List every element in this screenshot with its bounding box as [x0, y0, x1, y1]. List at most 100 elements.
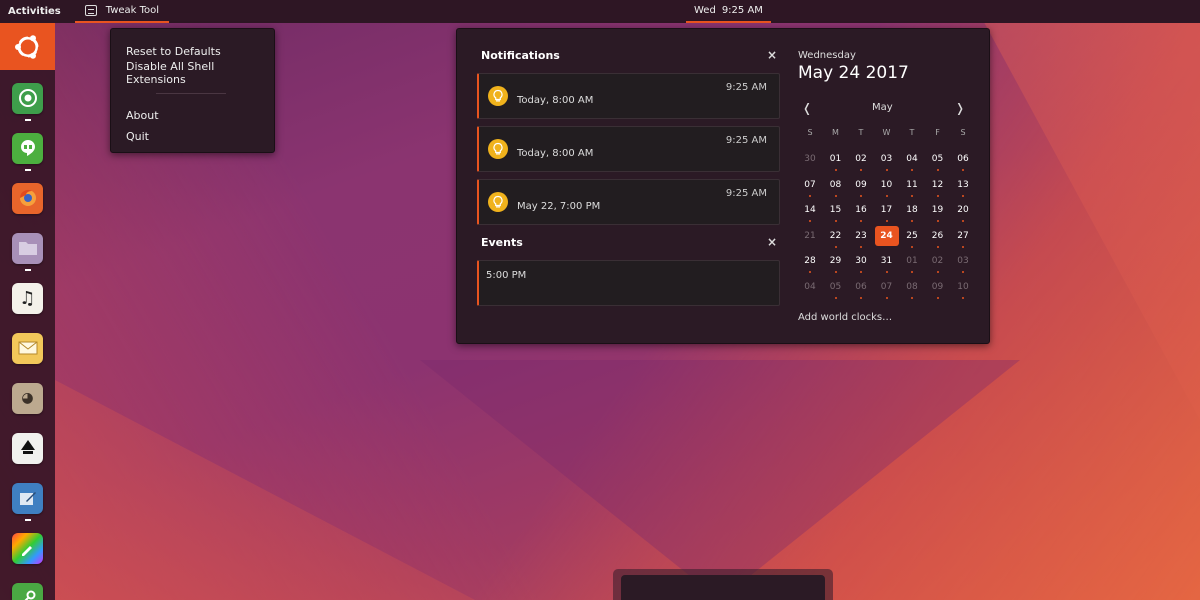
calendar-day[interactable]: 16	[849, 200, 873, 223]
event-dot	[962, 169, 964, 171]
calendar-day[interactable]: 29	[824, 251, 848, 274]
calendar-day[interactable]: 30	[798, 149, 822, 169]
launcher-item-mail[interactable]	[0, 323, 55, 373]
notification-item[interactable]: 9:25 AM Today, 8:00 AM	[477, 126, 780, 172]
clock-button[interactable]: Wed 9:25 AM	[686, 0, 771, 23]
calendar-day[interactable]: 19	[926, 200, 950, 223]
notification-time: 9:25 AM	[725, 82, 767, 93]
calendar-day[interactable]: 14	[798, 200, 822, 223]
calendar-day[interactable]: 15	[824, 200, 848, 223]
menu-item-quit[interactable]: Quit	[111, 126, 274, 147]
calendar-day[interactable]: 31	[875, 251, 899, 274]
launcher-item-files[interactable]	[0, 223, 55, 273]
calendar-day[interactable]: 03	[951, 251, 975, 274]
day-header: M	[832, 128, 839, 137]
events-heading: Events	[481, 236, 523, 249]
app-menu-button[interactable]: Tweak Tool	[74, 0, 170, 23]
clock-time: 9:25 AM	[721, 5, 763, 16]
launcher-item-drawing[interactable]	[0, 473, 55, 523]
inkscape-icon	[12, 432, 43, 464]
menu-item-disable-extensions[interactable]: Disable All Shell Extensions	[111, 60, 274, 86]
calendar-day[interactable]: 18	[900, 200, 924, 223]
ubuntu-logo-icon	[14, 34, 40, 59]
calendar-day[interactable]: 26	[926, 226, 950, 248]
event-dot	[834, 169, 837, 171]
calendar-day[interactable]: 06	[951, 149, 975, 171]
calendar-day[interactable]: 04	[900, 149, 924, 171]
calendar-day[interactable]: 23	[849, 226, 873, 248]
notification-item[interactable]: 9:25 AM May 22, 7:00 PM	[477, 179, 780, 225]
launcher-item-chrome[interactable]	[0, 73, 55, 123]
calendar-day[interactable]: 05	[824, 277, 848, 299]
calendar-day-number: 12	[931, 179, 944, 190]
launcher-item-inkscape[interactable]	[0, 423, 55, 473]
color-picker-icon	[12, 532, 43, 564]
calendar-day[interactable]: 28	[798, 251, 822, 274]
calendar-day[interactable]: 22	[824, 226, 848, 248]
calendar-day[interactable]: 11	[900, 175, 924, 197]
calendar-day-number: 01	[829, 154, 842, 164]
menu-item-about[interactable]: About	[111, 105, 274, 126]
window-preview-thumbnail[interactable]	[621, 575, 825, 600]
calendar-day[interactable]: 10	[875, 175, 899, 197]
calendar-day-today[interactable]: 24	[874, 225, 899, 246]
clock-day: Wed	[694, 5, 716, 16]
calendar-day[interactable]: 17	[875, 200, 899, 223]
calendar-day-number: 15	[829, 205, 842, 216]
calendar-day-number: 10	[957, 282, 969, 292]
tweak-tool-icon	[84, 5, 97, 16]
event-dot	[962, 245, 964, 248]
calendar-day[interactable]: 12	[926, 175, 950, 197]
launcher-item-key-tool[interactable]	[0, 573, 55, 600]
launcher-item-gimp[interactable]: ◕	[0, 373, 55, 423]
calendar-day[interactable]: 25	[900, 226, 924, 248]
prev-month-button[interactable]: ❬	[802, 101, 812, 115]
calendar-day[interactable]: 06	[849, 277, 873, 299]
day-header: F	[935, 128, 940, 137]
day-header: T	[858, 128, 864, 137]
calendar-day[interactable]: 30	[849, 251, 873, 274]
calendar-day[interactable]: 04	[798, 277, 822, 297]
event-dot	[936, 271, 939, 274]
launcher-item-music[interactable]: ♫	[0, 273, 55, 323]
event-dot	[860, 194, 862, 197]
event-dot	[834, 297, 837, 299]
calendar-day[interactable]: 09	[849, 175, 873, 197]
calendar-day[interactable]: 13	[951, 175, 975, 197]
calendar-day[interactable]: 08	[900, 277, 924, 299]
clear-events-button[interactable]: ×	[767, 235, 777, 249]
calendar-day[interactable]: 07	[798, 175, 822, 197]
calendar-day[interactable]: 03	[875, 149, 899, 171]
notification-item[interactable]: 9:25 AM Today, 8:00 AM	[477, 73, 780, 119]
activities-button[interactable]: Activities	[0, 0, 69, 23]
ubuntu-home-button[interactable]	[0, 23, 55, 70]
event-dot	[885, 194, 888, 197]
next-month-button[interactable]: ❭	[955, 101, 965, 115]
event-dot	[962, 220, 964, 223]
event-dot	[911, 169, 913, 171]
calendar-day[interactable]: 27	[951, 226, 975, 248]
event-item[interactable]: 5:00 PM	[477, 260, 780, 306]
calendar-day[interactable]: 10	[951, 277, 975, 299]
calendar-day[interactable]: 01	[824, 149, 848, 171]
event-dot	[936, 220, 939, 223]
launcher-item-firefox[interactable]	[0, 173, 55, 223]
calendar-day[interactable]: 09	[926, 277, 950, 299]
calendar-day[interactable]: 01	[900, 251, 924, 274]
notification-body: Today, 8:00 AM	[517, 148, 594, 159]
event-dot	[834, 245, 837, 248]
launcher-item-hangouts[interactable]	[0, 123, 55, 173]
clear-notifications-button[interactable]: ×	[767, 48, 777, 62]
weekday-label: Wednesday	[798, 50, 856, 61]
calendar-day[interactable]: 05	[926, 149, 950, 171]
calendar-day[interactable]: 08	[824, 175, 848, 197]
calendar-day[interactable]: 20	[951, 200, 975, 223]
event-dot	[962, 194, 964, 197]
launcher-item-color-picker[interactable]	[0, 523, 55, 573]
calendar-day[interactable]: 07	[875, 277, 899, 299]
add-world-clocks-button[interactable]: Add world clocks…	[798, 312, 892, 323]
calendar-day[interactable]: 02	[926, 251, 950, 274]
calendar-day[interactable]: 21	[798, 226, 822, 246]
event-dot	[936, 297, 939, 299]
calendar-day[interactable]: 02	[849, 149, 873, 171]
